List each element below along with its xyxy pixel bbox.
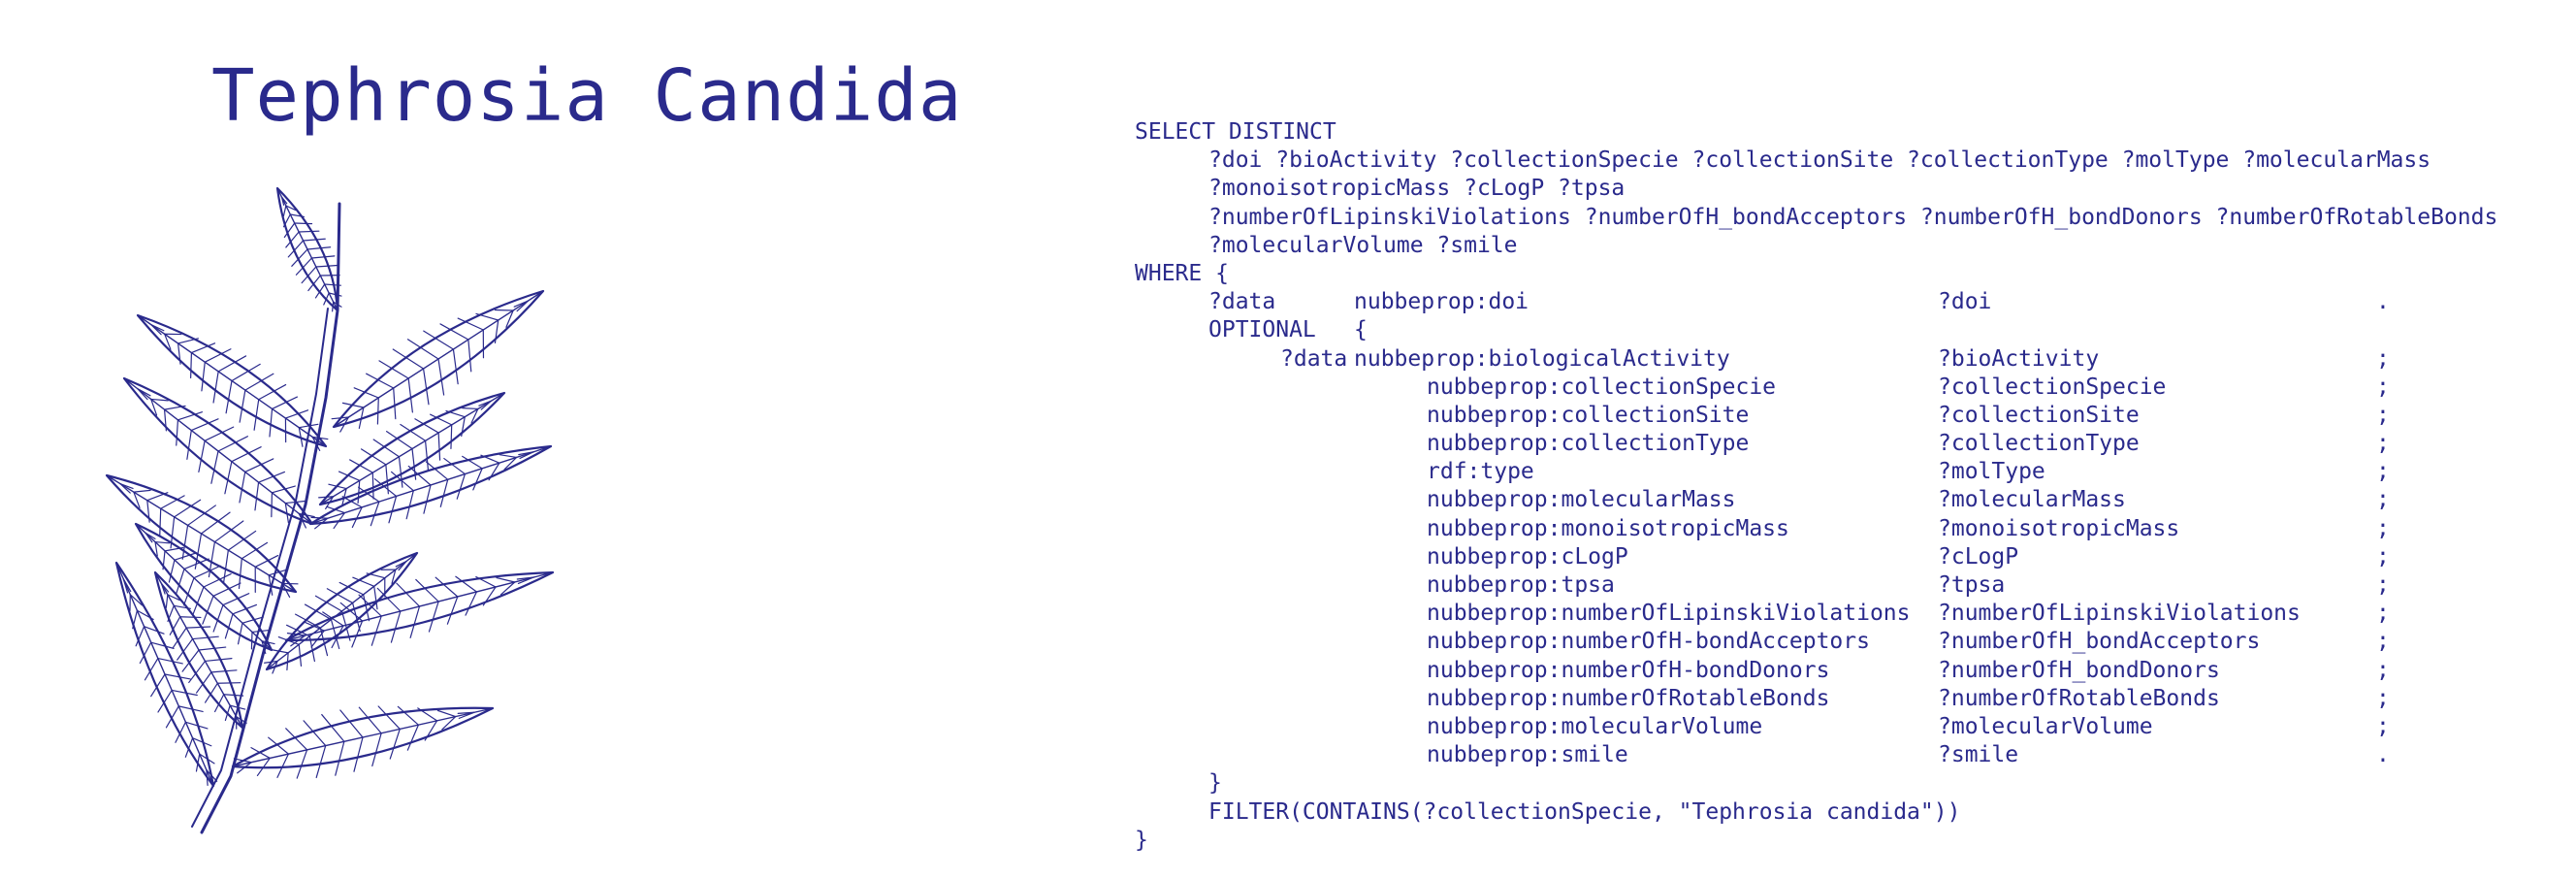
optional-keyword: OPTIONAL bbox=[1208, 317, 1316, 343]
triple-object: ?collectionSite bbox=[1938, 402, 2140, 428]
triple-predicate: nubbeprop:tpsa bbox=[1427, 572, 1615, 598]
triple-row: nubbeprop:tpsa ?tpsa; bbox=[1135, 571, 2390, 600]
triple-row: nubbeprop:numberOfLipinskiViolations ?num… bbox=[1135, 600, 2390, 628]
triple-object: ?molType bbox=[1938, 459, 2045, 485]
triple-row: nubbeprop:collectionType ?collectionType; bbox=[1135, 430, 2390, 458]
triple-predicate: nubbeprop:cLogP bbox=[1427, 543, 1628, 570]
triple-object: ?numberOfLipinskiViolations bbox=[1938, 601, 2301, 627]
triple-predicate: nubbeprop:numberOfH-bondDonors bbox=[1427, 657, 1830, 683]
triple-subject: ?data bbox=[1280, 345, 1348, 372]
triple-terminator: ; bbox=[2376, 459, 2390, 485]
select-vars-line: ?numberOfLipinskiViolations ?numberOfH_b… bbox=[1208, 204, 2498, 230]
triple-row: nubbeprop:molecularVolume ?molecularVolum… bbox=[1135, 713, 2390, 741]
triple-terminator: . bbox=[2376, 289, 2390, 315]
triple-object: ?collectionType bbox=[1938, 431, 2140, 457]
triple-predicate: nubbeprop:molecularMass bbox=[1427, 487, 1736, 513]
triple-predicate: nubbeprop:doi bbox=[1354, 289, 1530, 315]
where-close-brace: } bbox=[1135, 827, 1148, 853]
triple-row: nubbeprop:monoisotropicMass ?monoisotropi… bbox=[1135, 515, 2390, 543]
triple-object: ?tpsa bbox=[1938, 572, 2006, 598]
triple-object: ?molecularVolume bbox=[1938, 713, 2153, 739]
triple-row: nubbeprop:cLogP ?cLogP; bbox=[1135, 543, 2390, 571]
triple-object: ?cLogP bbox=[1938, 543, 2019, 570]
triple-object: ?monoisotropicMass bbox=[1938, 515, 2180, 541]
triple-row: nubbeprop:collectionSite ?collectionSite; bbox=[1135, 402, 2390, 430]
triple-row: nubbeprop:numberOfH-bondAcceptors ?number… bbox=[1135, 628, 2390, 656]
triple-terminator: ; bbox=[2376, 543, 2390, 570]
triple-row: ?data nubbeprop:biologicalActivity ?bioA… bbox=[1135, 345, 2390, 374]
page-title: Tephrosia Candida bbox=[211, 54, 963, 138]
triple-terminator: ; bbox=[2376, 685, 2390, 711]
triple-row: nubbeprop:collectionSpecie ?collectionSpe… bbox=[1135, 374, 2390, 402]
select-vars-line: ?doi ?bioActivity ?collectionSpecie ?col… bbox=[1208, 147, 2431, 174]
triple-predicate: nubbeprop:monoisotropicMass bbox=[1427, 515, 1789, 541]
triple-object: ?numberOfRotableBonds bbox=[1938, 685, 2220, 711]
triple-object: ?smile bbox=[1938, 742, 2019, 768]
triple-terminator: ; bbox=[2376, 402, 2390, 428]
triple-row: nubbeprop:numberOfRotableBonds ?numberOfR… bbox=[1135, 685, 2390, 713]
triple-terminator: ; bbox=[2376, 487, 2390, 513]
triple-row: ?data nubbeprop:doi ?doi . bbox=[1135, 288, 2390, 316]
optional-open-brace: { bbox=[1354, 317, 1368, 343]
triple-predicate: nubbeprop:numberOfLipinskiViolations bbox=[1427, 601, 1911, 627]
optional-close-brace: } bbox=[1208, 770, 1222, 797]
triple-predicate: nubbeprop:molecularVolume bbox=[1427, 713, 1763, 739]
triple-row: rdf:type ?molType; bbox=[1135, 458, 2390, 486]
triple-predicate: nubbeprop:numberOfH-bondAcceptors bbox=[1427, 629, 1870, 655]
triple-object: ?bioActivity bbox=[1938, 345, 2100, 372]
triple-object: ?numberOfH_bondDonors bbox=[1938, 657, 2220, 683]
where-keyword: WHERE { bbox=[1135, 260, 1229, 286]
triple-row: nubbeprop:numberOfH-bondDonors ?numberOfH… bbox=[1135, 657, 2390, 685]
triple-predicate: nubbeprop:biologicalActivity bbox=[1354, 345, 1730, 372]
triple-predicate: nubbeprop:numberOfRotableBonds bbox=[1427, 685, 1830, 711]
triple-predicate: nubbeprop:collectionSpecie bbox=[1427, 374, 1777, 400]
triple-terminator: . bbox=[2376, 742, 2390, 768]
triple-terminator: ; bbox=[2376, 572, 2390, 598]
triple-terminator: ; bbox=[2376, 601, 2390, 627]
triple-object: ?collectionSpecie bbox=[1938, 374, 2167, 400]
triple-subject: ?data bbox=[1208, 289, 1276, 315]
sparql-query: SELECT DISTINCT ?doi ?bioActivity ?colle… bbox=[1135, 118, 2497, 855]
triple-row: nubbeprop:molecularMass ?molecularMass; bbox=[1135, 486, 2390, 514]
triple-terminator: ; bbox=[2376, 657, 2390, 683]
triple-predicate: nubbeprop:collectionSite bbox=[1427, 402, 1750, 428]
triple-terminator: ; bbox=[2376, 713, 2390, 739]
triple-predicate: nubbeprop:collectionType bbox=[1427, 431, 1750, 457]
triple-terminator: ; bbox=[2376, 629, 2390, 655]
select-keyword: SELECT DISTINCT bbox=[1135, 119, 1336, 145]
triple-terminator: ; bbox=[2376, 345, 2390, 372]
triple-object: ?numberOfH_bondAcceptors bbox=[1938, 629, 2261, 655]
select-vars-line: ?monoisotropicMass ?cLogP ?tpsa bbox=[1208, 176, 1626, 202]
triple-terminator: ; bbox=[2376, 374, 2390, 400]
triple-object: ?doi bbox=[1938, 289, 1992, 315]
filter-clause: FILTER(CONTAINS(?collectionSpecie, "Teph… bbox=[1208, 798, 1961, 825]
fern-leaf-icon bbox=[105, 186, 555, 834]
select-vars-line: ?molecularVolume ?smile bbox=[1208, 232, 1518, 258]
triple-predicate: nubbeprop:smile bbox=[1427, 742, 1628, 768]
triple-predicate: rdf:type bbox=[1427, 459, 1534, 485]
triple-row: nubbeprop:smile ?smile. bbox=[1135, 741, 2390, 769]
triple-object: ?molecularMass bbox=[1938, 487, 2126, 513]
triple-terminator: ; bbox=[2376, 431, 2390, 457]
triple-terminator: ; bbox=[2376, 515, 2390, 541]
